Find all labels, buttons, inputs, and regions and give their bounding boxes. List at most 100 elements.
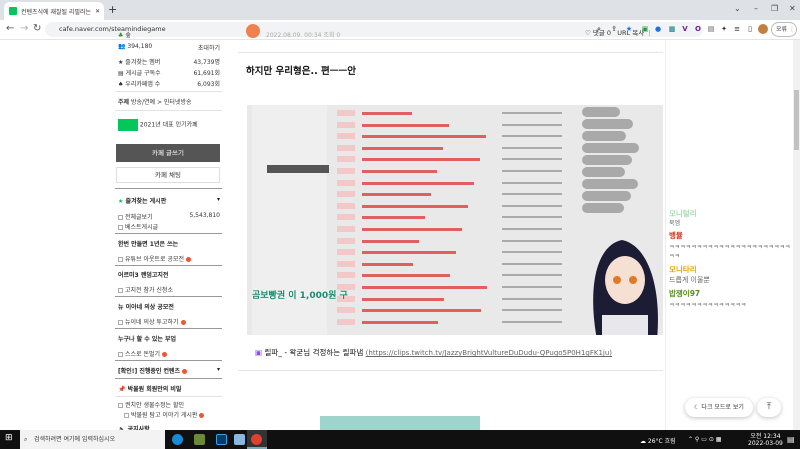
video-list-row [337,168,577,175]
award-badge: 2021년 대표 인기카페 [118,119,220,131]
taskbar-search-input[interactable]: ⌕ 검색하려면 여기에 입력하십시오 [20,430,165,449]
browser-tab[interactable]: 컨텐츠식에 재잘될 리필러는 ✕ [4,2,104,20]
video-row-meta [502,262,562,265]
sidebar-item-all-posts[interactable]: 전체글보기 5,543,810 [118,212,220,221]
video-row-tag [337,226,355,232]
video-chat-chip [582,203,624,213]
star-icon: ★ [118,198,124,205]
video-row-tag [337,237,355,244]
favorite-boards-header[interactable]: ★ 즐겨찾는 게시판 ▾ [118,196,220,205]
sidebar-item[interactable]: 고지전 참가 신청소 [118,285,220,294]
invite-link[interactable]: 초대하기 [198,43,220,52]
app-icon[interactable] [216,434,227,445]
pin-icon: 📌 [118,386,126,393]
new-tab-button[interactable]: + [108,3,117,16]
clip-caption: ▣ 릴파_ - 왁굳님 걱정하는 릴파냄 (https://clips.twit… [255,348,613,357]
minecraft-icon[interactable] [194,434,205,445]
video-row-title [362,204,468,208]
sidebar-item[interactable]: 스스로 돈벌기 [118,349,220,358]
sidebar-item-best[interactable]: 베스트게시글 [118,222,220,231]
tab-search-icon[interactable]: ⌄ [734,4,741,13]
video-list-row [337,249,577,256]
close-tab-icon[interactable]: ✕ [95,8,100,15]
chat-username[interactable]: 모니타리 [669,264,697,275]
extension-icon[interactable]: ▩ [667,24,677,34]
video-list-row [337,179,577,187]
clock[interactable]: 오전 12:34 2022-03-09 [748,431,783,447]
cafe-topic[interactable]: 주제 방송/연예 > 인터넷방송 [118,97,220,106]
video-row-title [362,193,431,197]
weather-widget[interactable]: ☁ 26°C 흐림 [640,436,676,445]
post-heading: 하지만 우리형은.. 편ㅡㅡ안 [246,66,356,77]
more-icon[interactable]: ⋮ [646,29,653,37]
video-row-meta [502,181,562,184]
video-row-tag [337,110,355,116]
comment-button[interactable]: ♡ 댓글 0 [585,29,611,37]
promo-banner[interactable] [320,416,480,430]
new-badge-icon [199,413,205,418]
video-list-row [337,307,577,314]
windows-start-icon[interactable]: ⊞ [5,433,13,443]
divider [238,370,663,371]
video-row-title [362,297,444,301]
puzzle-extensions-icon[interactable]: ✦ [719,24,729,34]
chat-username[interactable]: 밥쟁이97 [669,288,700,299]
reading-list-icon[interactable]: ≡ [732,24,742,34]
video-row-tag [337,260,355,267]
side-panel-icon[interactable]: ▯ [745,24,755,34]
video-chat-chip [582,131,626,141]
extension-v-icon[interactable]: V [680,24,690,34]
cafe-chat-button[interactable]: 카페 채팅 [116,167,220,183]
sidebar-item[interactable]: 유튜브 아웃트로 공모전 [118,254,220,263]
video-row-tag [337,156,355,163]
back-icon[interactable]: ← [6,23,14,34]
video-row-tag [337,168,355,174]
sidebar-item[interactable]: 박물원 탐고 이야기 게시판 [118,410,220,419]
scrollbar-thumb[interactable] [794,90,799,150]
extension-icon[interactable]: ▤ [706,24,716,34]
tray-icons[interactable]: ⌃ ⚲ ▭ ⊙ ▦ [688,436,721,443]
contents-header[interactable]: [확인!] 진행중인 컨텐츠 ▾ [118,366,220,375]
video-row-title [362,251,456,255]
minimize-button[interactable]: – [754,4,758,13]
live-chat-panel [665,40,793,430]
divider [238,52,663,53]
moon-icon: ☾ [694,404,700,411]
chat-message: 드릅게 이울뿐 [669,276,710,284]
video-chat-chip [582,107,620,117]
edge-icon[interactable] [172,434,183,445]
video-row-meta [502,193,562,196]
scroll-top-button[interactable]: ⤒ [757,398,781,417]
clip-video[interactable]: 곰보빵권 이 1,000원 구 [247,105,663,335]
clip-link[interactable]: (https://clips.twitch.tv/JazzyBrightVult… [366,349,612,357]
maximize-button[interactable]: ❐ [771,4,778,13]
chevron-down-icon: ▾ [216,196,220,203]
notification-icon[interactable]: ▤ [787,435,795,444]
forward-icon[interactable]: → [20,23,28,34]
post-meta: 2022.08.09. 00:34 조회 0 [266,32,341,39]
extension-o-icon[interactable]: O [693,24,703,34]
naver-badge-icon [118,119,138,131]
video-row-meta [502,228,562,230]
reload-icon[interactable]: ↻ [33,23,41,34]
app-icon[interactable] [234,434,245,445]
sidebar-item[interactable]: 권치안 생물수정는 할인 [118,400,220,409]
close-window-button[interactable]: ✕ [789,4,796,13]
video-row-title [362,158,480,162]
author-avatar[interactable] [246,24,260,38]
character-eye [613,276,621,284]
vtuber-character [593,240,658,335]
video-row-meta [502,158,562,161]
avatar[interactable] [758,24,768,34]
video-chat-chip [582,119,633,129]
chrome-icon [251,434,262,445]
cafe-write-button[interactable]: 카페 글쓰기 [116,144,220,162]
copy-url-button[interactable]: URL 복사 [617,29,644,37]
extension-icon[interactable]: ● [653,24,663,34]
tab-bar [0,0,800,20]
sidebar-item[interactable]: 뉴이네 의상 투고하기 [118,317,220,326]
video-list-row [337,260,577,268]
chat-username[interactable]: 뱅뮬 [669,230,683,241]
dark-mode-button[interactable]: ☾ 다크 모드로 보기 [685,398,753,417]
profile-error-button[interactable]: 오류 ⋮ [771,22,797,37]
